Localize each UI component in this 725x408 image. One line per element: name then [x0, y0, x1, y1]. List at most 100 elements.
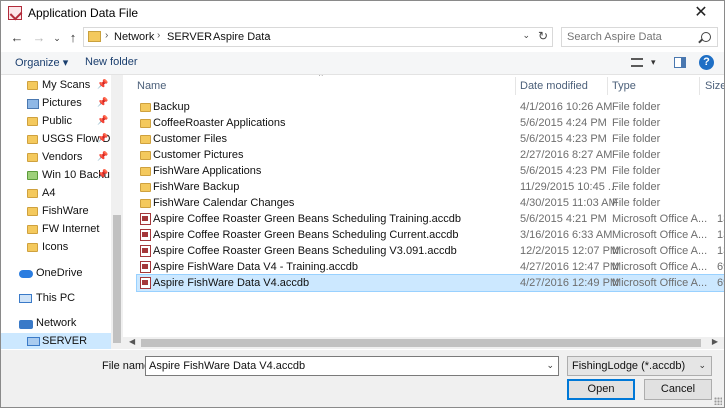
- folder-icon: [140, 199, 151, 208]
- scrollbar-thumb[interactable]: [113, 215, 121, 343]
- nav-item-public[interactable]: Public 📌: [1, 113, 111, 131]
- nav-item-vendors[interactable]: Vendors 📌: [1, 149, 111, 167]
- recent-locations-button[interactable]: ⌄: [49, 29, 65, 47]
- nav-item-label: FishWare: [42, 205, 89, 217]
- server-icon: [27, 337, 40, 346]
- up-button[interactable]: ↑: [65, 29, 81, 47]
- nav-item-win10-backup[interactable]: Win 10 Backu 📌: [1, 167, 111, 185]
- title-bar[interactable]: Application Data File ✕: [1, 1, 724, 25]
- file-row-selected[interactable]: Aspire FishWare Data V4.accdb 4/27/2016 …: [136, 274, 724, 292]
- file-date: 4/30/2015 11:03 AM: [520, 197, 618, 209]
- file-row[interactable]: FishWare Backup 11/29/2015 10:45 ... Fil…: [137, 179, 724, 195]
- new-folder-button[interactable]: New folder: [85, 56, 138, 68]
- resize-grip[interactable]: [714, 397, 722, 405]
- file-date: 5/6/2015 4:23 PM: [520, 165, 607, 177]
- column-divider[interactable]: [515, 77, 516, 95]
- folder-icon: [27, 225, 38, 234]
- search-icon[interactable]: [701, 32, 711, 42]
- open-button[interactable]: Open: [567, 379, 635, 400]
- file-name-input[interactable]: [149, 359, 539, 373]
- nav-item-icons[interactable]: Icons: [1, 239, 111, 257]
- file-row[interactable]: CoffeeRoaster Applications 5/6/2015 4:24…: [137, 115, 724, 131]
- chevron-down-icon[interactable]: ⌄: [546, 360, 554, 371]
- folder-icon: [27, 243, 38, 252]
- back-button[interactable]: ←: [9, 29, 25, 47]
- file-list-horizontal-scrollbar[interactable]: ◀ ▶: [123, 337, 724, 349]
- scroll-left-icon[interactable]: ◀: [129, 337, 135, 346]
- file-name: Customer Pictures: [153, 149, 244, 161]
- nav-pane-scrollbar[interactable]: [111, 75, 123, 349]
- file-date: 4/1/2016 10:26 AM: [520, 101, 613, 113]
- folder-icon: [140, 135, 151, 144]
- breadcrumb-network[interactable]: Network: [114, 31, 154, 43]
- nav-item-pictures[interactable]: Pictures 📌: [1, 95, 111, 113]
- file-row[interactable]: Customer Pictures 2/27/2016 8:27 AM File…: [137, 147, 724, 163]
- dialog-footer: File name: ⌄ FishingLodge (*.accdb) ⌄ Op…: [1, 350, 724, 407]
- breadcrumb-aspire-data[interactable]: Aspire Data: [213, 31, 270, 43]
- file-name: Customer Files: [153, 133, 227, 145]
- breadcrumb-separator[interactable]: ›: [266, 30, 269, 41]
- address-bar[interactable]: › Network › SERVER › Aspire Data › ⌄ ↻: [83, 27, 553, 47]
- nav-item-my-scans[interactable]: My Scans 📌: [1, 77, 111, 95]
- breadcrumb-separator[interactable]: ›: [105, 30, 108, 41]
- file-name: Aspire Coffee Roaster Green Beans Schedu…: [153, 213, 461, 225]
- folder-icon: [27, 153, 38, 162]
- file-row[interactable]: Aspire Coffee Roaster Green Beans Schedu…: [137, 211, 724, 227]
- file-row[interactable]: Aspire Coffee Roaster Green Beans Schedu…: [137, 227, 724, 243]
- column-divider[interactable]: [699, 77, 700, 95]
- forward-button[interactable]: →: [31, 29, 47, 47]
- help-icon[interactable]: ?: [699, 55, 714, 70]
- column-divider[interactable]: [607, 77, 608, 95]
- cancel-button[interactable]: Cancel: [644, 379, 712, 400]
- file-row[interactable]: Aspire FishWare Data V4 - Training.accdb…: [137, 259, 724, 275]
- address-dropdown-icon[interactable]: ⌄: [522, 30, 530, 41]
- nav-item-this-pc[interactable]: This PC: [1, 290, 111, 308]
- view-options-icon[interactable]: [631, 58, 643, 67]
- file-name: Aspire Coffee Roaster Green Beans Schedu…: [153, 245, 457, 257]
- file-row[interactable]: Aspire Coffee Roaster Green Beans Schedu…: [137, 243, 724, 259]
- file-date: 12/2/2015 12:07 PM: [520, 245, 620, 257]
- nav-item-network[interactable]: Network: [1, 315, 111, 333]
- nav-item-usgs-flow-data[interactable]: USGS Flow Da 📌: [1, 131, 117, 149]
- scroll-right-icon[interactable]: ▶: [712, 337, 718, 346]
- column-header-size[interactable]: Size: [705, 80, 724, 100]
- breadcrumb-separator[interactable]: ›: [157, 30, 160, 41]
- nav-item-server[interactable]: SERVER: [1, 333, 111, 349]
- preview-pane-icon[interactable]: [674, 57, 686, 68]
- close-button[interactable]: ✕: [686, 1, 716, 25]
- navigation-pane: My Scans 📌 Pictures 📌 Public 📌 USGS Flow…: [1, 75, 123, 349]
- file-name: FishWare Calendar Changes: [153, 197, 295, 209]
- file-date: 4/27/2016 12:49 PM: [520, 277, 620, 289]
- nav-item-a4[interactable]: A4: [1, 185, 111, 203]
- folder-icon: [27, 117, 38, 126]
- nav-item-fw-internet[interactable]: FW Internet: [1, 221, 111, 239]
- open-file-dialog: Application Data File ✕ ← → ⌄ ↑ › Networ…: [0, 0, 725, 408]
- column-header-date-modified[interactable]: Date modified: [520, 80, 588, 100]
- file-name-field[interactable]: ⌄: [145, 356, 559, 376]
- column-header-type[interactable]: Type: [612, 80, 636, 100]
- file-row[interactable]: Backup 4/1/2016 10:26 AM File folder: [137, 99, 724, 115]
- search-box[interactable]: [561, 27, 718, 47]
- organize-menu[interactable]: Organize ▾: [15, 56, 68, 69]
- file-row[interactable]: Customer Files 5/6/2015 4:23 PM File fol…: [137, 131, 724, 147]
- file-name: FishWare Backup: [153, 181, 240, 193]
- pin-icon: 📌: [97, 115, 109, 125]
- file-row[interactable]: FishWare Calendar Changes 4/30/2015 11:0…: [137, 195, 724, 211]
- nav-item-onedrive[interactable]: OneDrive: [1, 265, 111, 283]
- view-dropdown-icon[interactable]: ▾: [651, 57, 656, 68]
- file-size: 13: [717, 213, 724, 225]
- refresh-icon[interactable]: ↻: [538, 29, 548, 43]
- scrollbar-thumb[interactable]: [141, 339, 701, 347]
- nav-item-fishware[interactable]: FishWare: [1, 203, 111, 221]
- breadcrumb-separator[interactable]: ›: [204, 30, 207, 41]
- file-row[interactable]: FishWare Applications 5/6/2015 4:23 PM F…: [137, 163, 724, 179]
- access-database-icon: [140, 245, 151, 257]
- search-input[interactable]: [567, 30, 692, 44]
- file-type: Microsoft Office A...: [612, 213, 708, 225]
- file-type-value: FishingLodge (*.accdb): [572, 360, 686, 372]
- file-date: 3/16/2016 6:33 AM: [520, 229, 613, 241]
- file-list: ^ Name Date modified Type Size Backup 4/…: [131, 75, 724, 337]
- nav-item-label: A4: [42, 187, 56, 199]
- file-type-select[interactable]: FishingLodge (*.accdb) ⌄: [567, 356, 712, 376]
- column-header-name[interactable]: Name: [137, 80, 166, 100]
